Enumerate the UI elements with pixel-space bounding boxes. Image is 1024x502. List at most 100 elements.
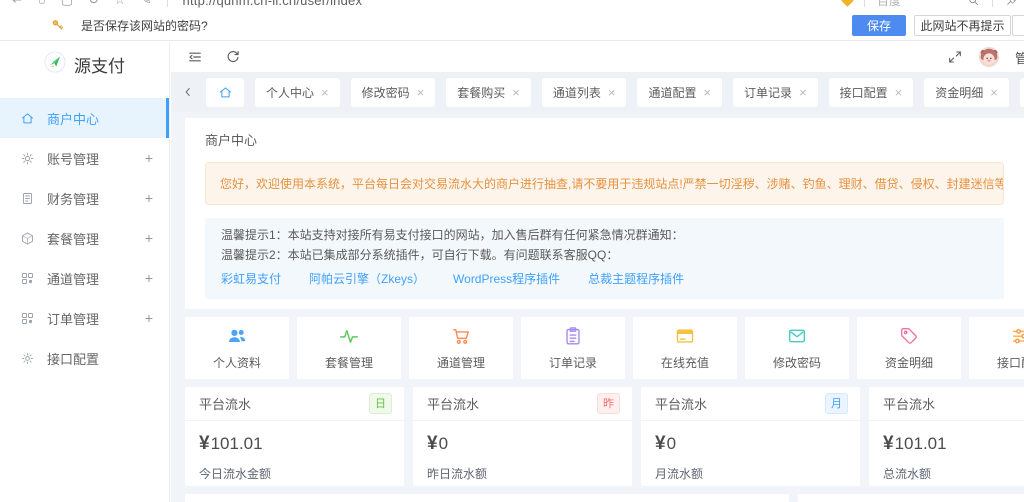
sidebar-item-label: 套餐管理 — [47, 231, 100, 247]
tab-item[interactable]: 套餐购买 × — [446, 77, 531, 107]
plugin-link[interactable]: 阿帕云引擎（Zkeys） — [309, 270, 425, 289]
shortcut-card[interactable]: 个人资料 — [185, 316, 289, 379]
bottom-section: 商户数据统计 — [185, 493, 1024, 502]
tab-close-icon[interactable]: × — [895, 86, 903, 99]
nav-back-icon[interactable]: ↩ — [12, 0, 23, 8]
tip-line-1: 温馨提示1：本站支持对接所有易支付接口的网站，加入售后群有任何紧急情况群通知： — [221, 228, 684, 242]
sidebar-item-icon — [20, 151, 35, 166]
tab-close-icon[interactable]: × — [417, 86, 425, 99]
warning-alert: 您好，欢迎使用本系统，平台每日会对交易流水大的商户进行抽查,请不要用于违规站点!… — [205, 162, 1004, 205]
tip-line-2: 温馨提示2：本站已集成部分系统插件，可自行下载。有问题联系客服QQ： — [221, 247, 619, 262]
tab-label: 通道列表 — [552, 85, 601, 100]
search-icon[interactable] — [967, 0, 980, 7]
tab-close-icon[interactable]: × — [990, 86, 998, 99]
plugin-link[interactable]: 总裁主题程序插件 — [588, 270, 684, 289]
logo: 源支付 — [0, 42, 169, 86]
sidebar-item[interactable]: 商户中心 — [0, 98, 169, 138]
clipped-bar-button[interactable] — [1012, 15, 1024, 36]
tab-close-icon[interactable]: × — [703, 86, 711, 99]
shortcut-card[interactable]: 修改密码 — [745, 316, 849, 379]
tab-item[interactable]: 个人中心 × — [255, 77, 340, 107]
shortcut-icon — [786, 325, 808, 347]
stat-badge: 昨 — [597, 392, 620, 414]
tab-item[interactable]: 接口配置 × — [828, 77, 914, 107]
key-icon — [50, 17, 66, 33]
currency-symbol: ¥ — [199, 432, 210, 454]
expand-plus-icon: + — [144, 190, 153, 206]
shortcut-card[interactable]: 通道管理 — [409, 316, 513, 379]
shortcut-icon — [226, 325, 248, 347]
browser-chrome: ↩ ○ ▢ ↻ ☆ ✎ http://qunm.ch-ii.ch/user/in… — [0, 0, 1024, 10]
tab-bar: 个人中心 × 修改密码 × 套餐购买 × 通道列表 × 通道配置 × 订单记录 … — [171, 72, 1024, 112]
stat-card: 平台流水 日 ¥101.01 今日流水金额 — [185, 386, 404, 486]
stat-caption: 昨日流水额 — [427, 466, 488, 481]
tab-item[interactable]: 通道配置 × — [637, 77, 723, 107]
sidebar-item[interactable]: 接口配置 — [0, 338, 169, 378]
tabs-holder: 个人中心 × 修改密码 × 套餐购买 × 通道列表 × 通道配置 × 订单记录 … — [255, 77, 1024, 107]
shortcut-card[interactable]: 订单记录 — [521, 316, 625, 379]
fullscreen-icon[interactable] — [947, 49, 963, 65]
sidebar-item[interactable]: 财务管理 + — [0, 178, 169, 218]
currency-symbol: ¥ — [655, 432, 666, 454]
main-content: 商户中心 您好，欢迎使用本系统，平台每日会对交易流水大的商户进行抽查,请不要用于… — [171, 112, 1024, 502]
stat-caption: 总流水额 — [883, 466, 932, 481]
nav-reload-icon[interactable]: ○ — [38, 0, 46, 8]
edit-page-icon[interactable]: ✎ — [141, 0, 152, 8]
username-clipped: 管 — [1015, 50, 1024, 66]
tab-close-icon[interactable]: × — [608, 86, 616, 99]
stat-title: 平台流水 — [199, 396, 252, 412]
page-title: 商户中心 — [205, 133, 258, 148]
sidebar-item[interactable]: 账号管理 + — [0, 138, 169, 178]
sidebar-item-label: 接口配置 — [47, 351, 100, 367]
tab-close-icon[interactable]: × — [321, 86, 329, 99]
shortcut-card[interactable]: 资金明细 — [857, 316, 961, 379]
stat-value: ¥101.01 — [869, 421, 1024, 455]
collapse-menu-icon[interactable] — [187, 49, 203, 65]
shortcut-card[interactable]: 在线充值 — [633, 316, 737, 379]
stat-head: 平台流水 月 — [641, 387, 860, 421]
bookmark-star-icon[interactable]: ☆ — [114, 0, 126, 8]
tab-item[interactable]: 修改密码 × — [350, 77, 436, 107]
password-save-bar: 是否保存该网站的密码? 保存 此网站不再提示 — [0, 10, 1024, 41]
sidebar-item-icon — [20, 191, 35, 206]
avatar[interactable] — [978, 46, 1000, 68]
tab-item[interactable]: 订单记录 × — [733, 77, 818, 107]
sidebar-item-label: 订单管理 — [47, 311, 100, 327]
currency-symbol: ¥ — [883, 432, 894, 454]
tab-item[interactable]: 在线充值 × — [1019, 77, 1024, 107]
welcome-panel: 商户中心 您好，欢迎使用本系统，平台每日会对交易流水大的商户进行抽查,请不要用于… — [185, 118, 1024, 309]
tab-item[interactable]: 通道列表 × — [541, 77, 627, 107]
tab-label: 个人中心 — [266, 85, 315, 100]
never-prompt-button[interactable]: 此网站不再提示 — [914, 15, 1011, 36]
extension-diamond-icon[interactable] — [841, 0, 854, 7]
plugin-link[interactable]: 彩虹易支付 — [221, 270, 281, 289]
tab-close-icon[interactable]: × — [512, 86, 520, 99]
shortcut-card[interactable]: 套餐管理 — [297, 316, 401, 379]
tab-home[interactable] — [206, 77, 244, 107]
wrench-icon[interactable] — [1005, 0, 1018, 7]
shortcut-label: 资金明细 — [884, 355, 933, 370]
sidebar-item[interactable]: 通道管理 + — [0, 258, 169, 298]
tab-close-icon[interactable]: × — [799, 86, 807, 99]
tab-item[interactable]: 资金明细 × — [924, 77, 1009, 107]
plugin-link[interactable]: WordPress程序插件 — [453, 270, 560, 289]
stat-value: ¥0 — [413, 421, 632, 455]
nav-stop-icon[interactable]: ▢ — [61, 0, 73, 8]
stat-value: ¥101.01 — [185, 421, 404, 455]
sidebar-item[interactable]: 订单管理 + — [0, 298, 169, 338]
save-password-button[interactable]: 保存 — [852, 15, 906, 36]
address-bar[interactable]: http://qunm.ch-ii.ch/user/index — [183, 0, 363, 8]
stat-head: 平台流水 日 — [185, 387, 404, 421]
refresh-icon[interactable] — [225, 49, 241, 65]
shortcut-card[interactable]: 接口配置 — [969, 316, 1024, 379]
browser-search-input[interactable]: 百度 — [877, 0, 955, 9]
stat-badge: 月 — [825, 392, 848, 414]
sidebar-item[interactable]: 套餐管理 + — [0, 218, 169, 258]
tabs-scroll-left-icon[interactable] — [181, 85, 195, 99]
amount: 101.01 — [210, 433, 263, 453]
stat-cards: 平台流水 日 ¥101.01 今日流水金额 平台流水 昨 ¥0 昨日流水额 平台… — [185, 386, 1024, 486]
tab-label: 接口配置 — [839, 85, 888, 100]
sidebar-item-icon — [20, 111, 35, 126]
nav-redo-icon[interactable]: ↻ — [88, 0, 99, 8]
shortcut-icon — [338, 325, 360, 347]
